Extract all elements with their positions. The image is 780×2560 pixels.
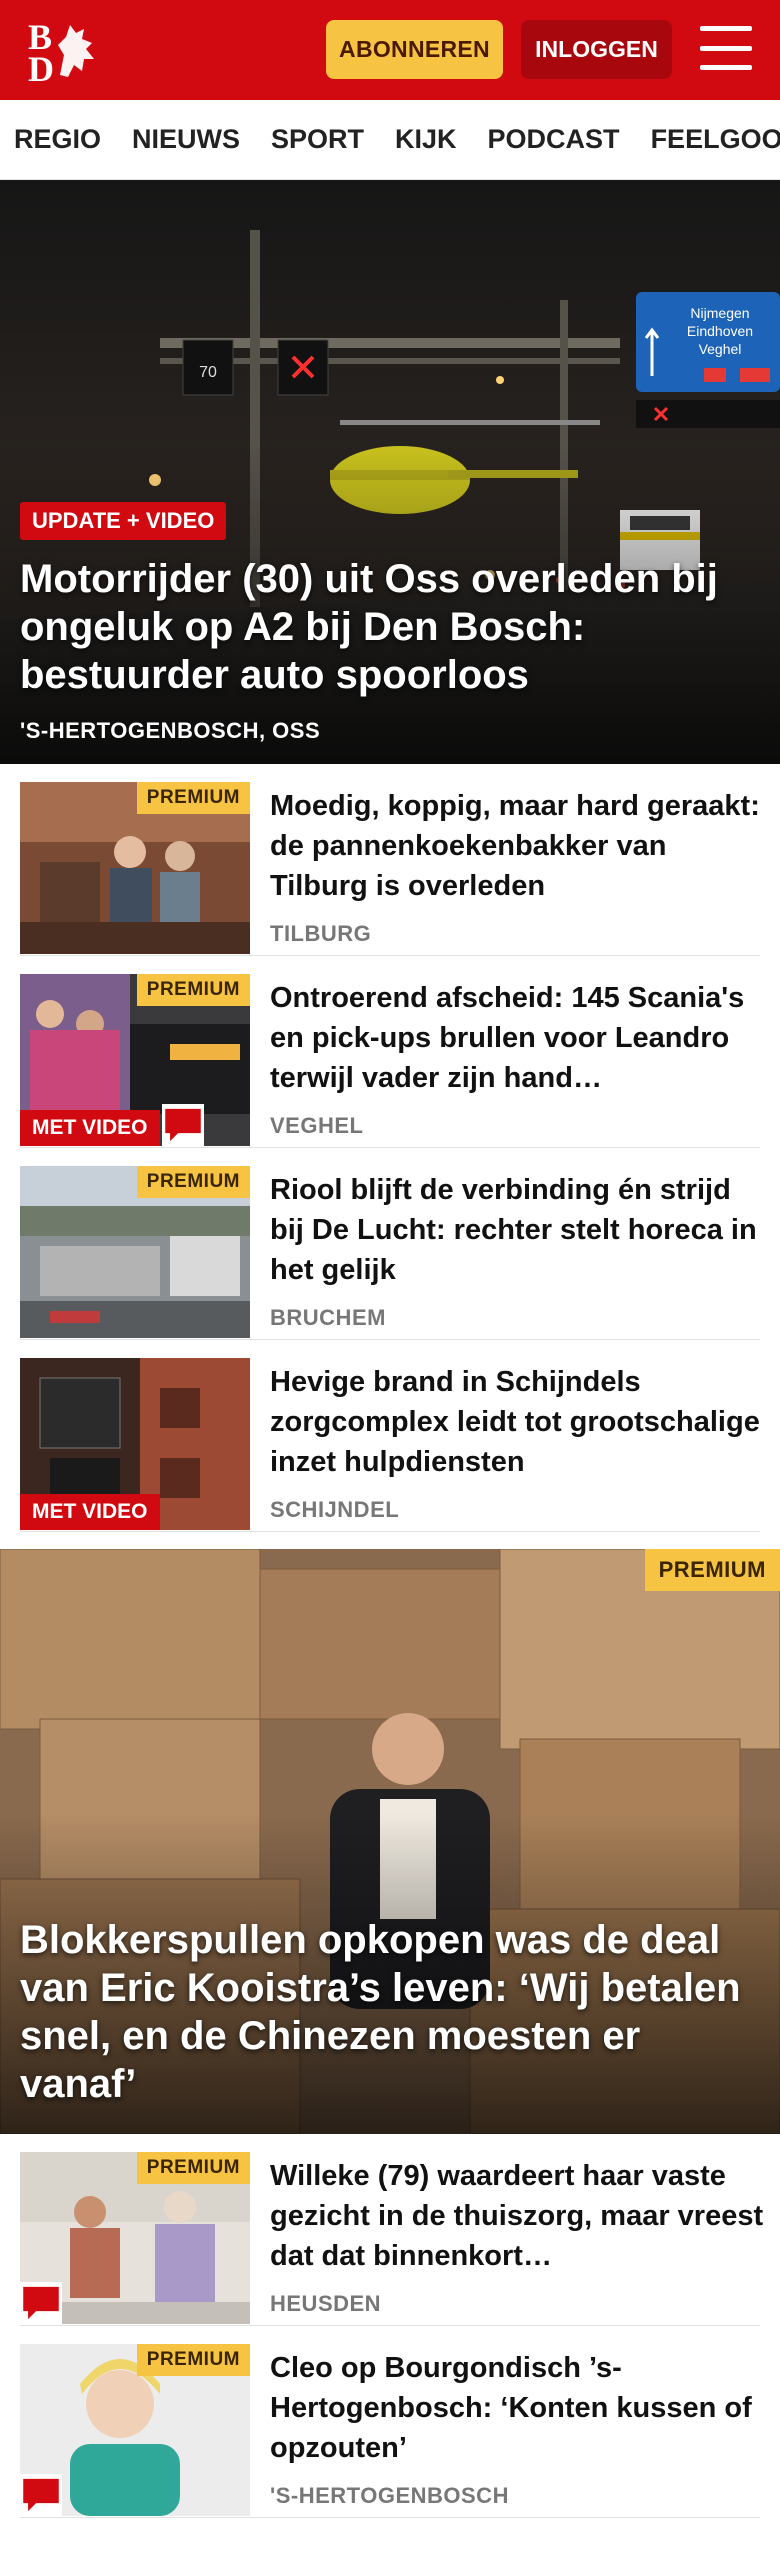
article-title[interactable]: Moedig, koppig, maar hard geraakt: de pa… [270, 786, 770, 906]
premium-badge: PREMIUM [136, 2344, 250, 2376]
article-item[interactable]: PREMIUM Cleo op Bourgondisch ’s-Hertogen… [20, 2326, 760, 2518]
article-location: TILBURG [270, 921, 372, 946]
article-item[interactable]: PREMIUM Riool blijft de verbinding én st… [20, 1148, 760, 1340]
article-item[interactable]: PREMIUM Moedig, koppig, maar hard geraak… [20, 764, 760, 956]
article-item[interactable]: PREMIUM Willeke (79) waardeert haar vast… [20, 2134, 763, 2326]
article-thumbnail: PREMIUM [20, 782, 250, 954]
premium-badge: PREMIUM [136, 2152, 250, 2184]
premium-badge: PREMIUM [136, 974, 250, 1006]
article-thumbnail: PREMIUM [20, 1166, 250, 1338]
article-title[interactable]: Hevige brand in Schijndels zorgcomplex l… [270, 1362, 770, 1482]
premium-badge: PREMIUM [136, 782, 250, 814]
hero-badge: UPDATE + VIDEO [20, 502, 227, 540]
comment-icon[interactable] [20, 2474, 62, 2516]
article-thumbnail: PREMIUM MET VIDEO [20, 974, 250, 1146]
article-location: BRUCHEM [270, 1305, 386, 1330]
article-title[interactable]: Riool blijft de verbinding én strijd bij… [270, 1170, 770, 1290]
premium-badge: PREMIUM [136, 1166, 250, 1198]
article-thumbnail: MET VIDEO [20, 1358, 250, 1530]
hamburger-icon[interactable] [700, 26, 752, 70]
article-location: SCHIJNDEL [270, 1497, 400, 1522]
logo-letter-d: D [28, 49, 54, 85]
article-thumbnail: PREMIUM [20, 2152, 250, 2324]
nav-item-podcast[interactable]: PODCAST [488, 124, 620, 155]
article-location: HEUSDEN [270, 2291, 382, 2316]
article-location: VEGHEL [270, 1113, 364, 1138]
comment-icon[interactable] [20, 2282, 62, 2324]
video-badge: MET VIDEO [20, 1494, 160, 1530]
premium-badge: PREMIUM [644, 1549, 780, 1591]
feature-article[interactable]: PREMIUM Blokkerspullen opkopen was de de… [0, 1549, 780, 2134]
hero-location: 'S-HERTOGENBOSCH, OSS [20, 718, 321, 743]
nav-item-regio[interactable]: REGIO [14, 124, 101, 155]
article-title[interactable]: Willeke (79) waardeert haar vaste gezich… [270, 2156, 770, 2276]
feature-title[interactable]: Blokkerspullen opkopen was de deal van E… [20, 1916, 765, 2108]
nav-item-kijk[interactable]: KIJK [395, 124, 457, 155]
subscribe-button[interactable]: ABONNEREN [326, 20, 503, 79]
article-item[interactable]: MET VIDEO Hevige brand in Schijndels zor… [20, 1340, 760, 1532]
nav-item-nieuws[interactable]: NIEUWS [132, 124, 240, 155]
hero-title[interactable]: Motorrijder (30) uit Oss overleden bij o… [20, 555, 760, 699]
article-title[interactable]: Ontroerend afscheid: 145 Scania's en pic… [270, 978, 770, 1098]
login-button[interactable]: INLOGGEN [521, 20, 672, 79]
article-location: 'S-HERTOGENBOSCH [270, 2483, 509, 2508]
article-item[interactable]: PREMIUM MET VIDEO Ontroerend afscheid: 1… [20, 956, 760, 1148]
category-nav: REGIO NIEUWS SPORT KIJK PODCAST FEELGOOD [0, 100, 780, 180]
hero-article[interactable]: 70 Nijmegen Eindhoven Veghel [0, 180, 780, 764]
nav-item-feelgood[interactable]: FEELGOOD [651, 124, 780, 155]
nav-item-sport[interactable]: SPORT [271, 124, 364, 155]
comment-icon[interactable] [162, 1104, 204, 1146]
top-header: B D ABONNEREN INLOGGEN [0, 0, 780, 100]
article-thumbnail: PREMIUM [20, 2344, 250, 2516]
video-badge: MET VIDEO [20, 1110, 160, 1146]
bd-logo[interactable]: B D [20, 15, 110, 89]
article-title[interactable]: Cleo op Bourgondisch ’s-Hertogenbosch: ‘… [270, 2348, 770, 2468]
